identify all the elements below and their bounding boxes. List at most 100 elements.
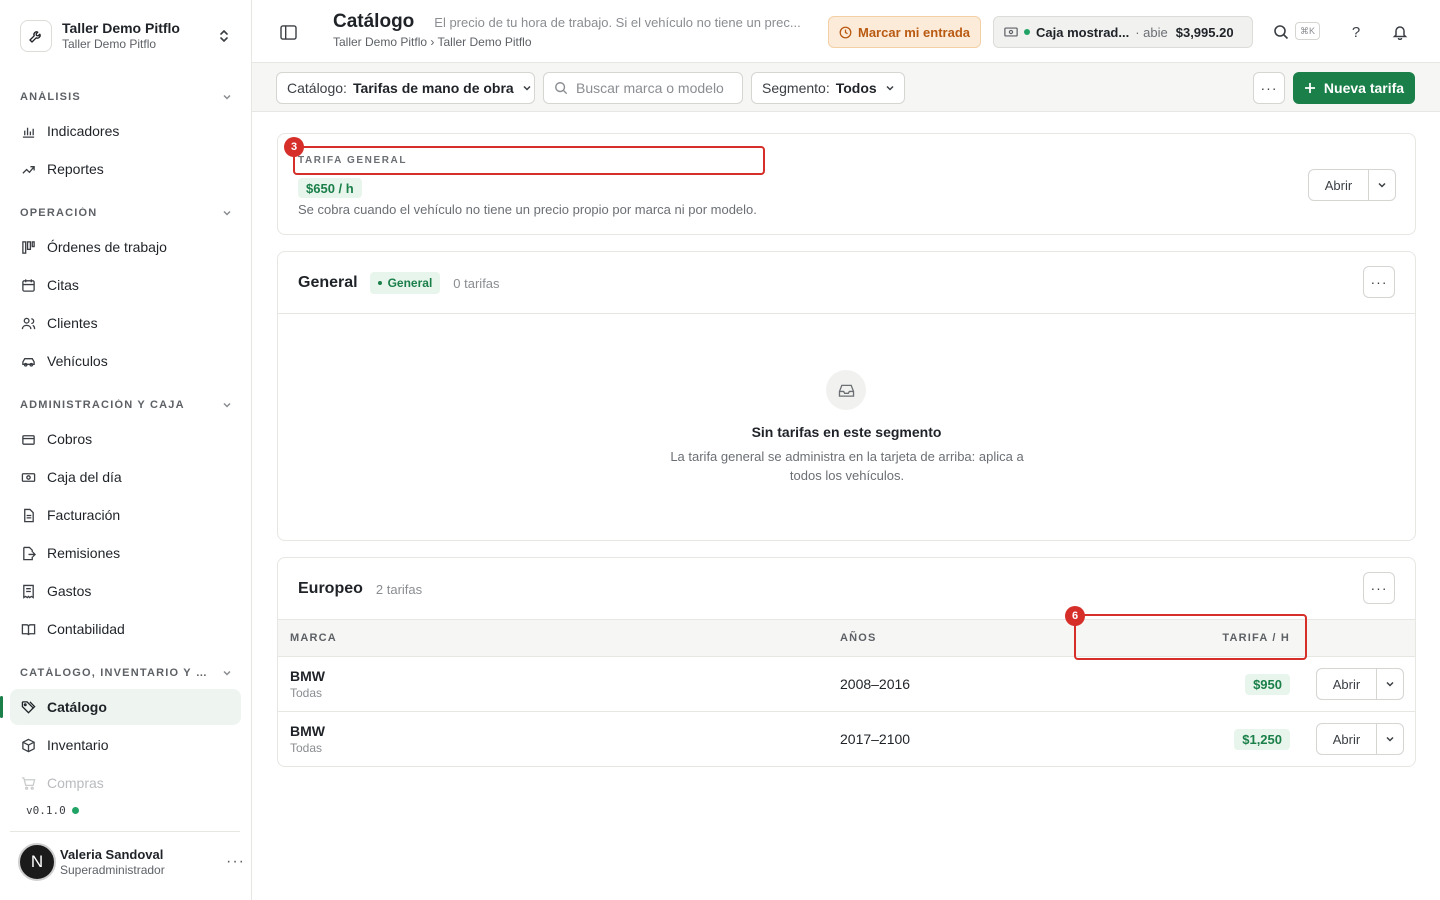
- row-model: Todas: [290, 741, 323, 755]
- search-icon: [555, 82, 568, 95]
- sidebar-item-reportes[interactable]: Reportes: [10, 151, 241, 187]
- chevron-down-icon: [223, 210, 231, 216]
- more-options-button[interactable]: ···: [1253, 72, 1285, 104]
- file-text-icon: [20, 507, 36, 523]
- sidebar-item-indicadores[interactable]: Indicadores: [10, 113, 241, 149]
- sidebar-item-caja[interactable]: Caja del día: [10, 459, 241, 495]
- avatar: N: [18, 843, 56, 881]
- sidebar-item-remisiones[interactable]: Remisiones: [10, 535, 241, 571]
- breadcrumb: Taller Demo Pitflo › Taller Demo Pitflo: [333, 35, 532, 49]
- top-header: Catálogo El precio de tu hora de trabajo…: [252, 0, 1440, 63]
- caja-name: Caja mostrad...: [1036, 24, 1130, 40]
- segment-europeo-header: Europeo 2 tarifas: [278, 558, 1415, 620]
- segment-more-button[interactable]: ···: [1363, 266, 1395, 298]
- general-rate-value: $650 / h: [298, 178, 362, 198]
- tags-icon: [20, 699, 36, 715]
- row-open-split: Abrir: [1316, 723, 1404, 755]
- receipt-icon: [20, 583, 36, 599]
- chevron-down-icon[interactable]: [1377, 724, 1403, 754]
- chevron-down-icon: [223, 402, 231, 408]
- chevron-down-icon: [885, 83, 895, 93]
- user-menu[interactable]: N Valeria Sandoval Superadministrador ··…: [18, 842, 244, 882]
- empty-description: La tarifa general se administra en la ta…: [670, 449, 1024, 483]
- row-brand: BMW: [290, 668, 325, 684]
- sidebar-item-vehiculos[interactable]: Vehículos: [10, 343, 241, 379]
- table-row[interactable]: BMW Todas 2008–2016 $950 Abrir: [278, 657, 1415, 712]
- sidebar-item-clientes[interactable]: Clientes: [10, 305, 241, 341]
- caja-chip[interactable]: Caja mostrad... · abie $3,995.20: [993, 16, 1253, 48]
- sidebar-toggle-icon[interactable]: [278, 22, 298, 42]
- sidebar-item-cobros[interactable]: Cobros: [10, 421, 241, 457]
- segment-select[interactable]: Segmento: Todos: [751, 72, 905, 104]
- user-role: Superadministrador: [60, 862, 165, 877]
- sidebar-item-gastos[interactable]: Gastos: [10, 573, 241, 609]
- user-name: Valeria Sandoval: [60, 846, 164, 862]
- section-administracion[interactable]: ADMINISTRACIÓN Y CAJA: [20, 395, 232, 415]
- nueva-tarifa-button[interactable]: Nueva tarifa: [1293, 72, 1415, 104]
- caja-amount: $3,995.20: [1175, 24, 1234, 40]
- caja-status-dot: [1024, 29, 1030, 35]
- page-title: Catálogo: [333, 11, 415, 32]
- calendar-icon: [20, 277, 36, 293]
- status-badge: General: [369, 272, 441, 294]
- caja-status: · abie: [1135, 24, 1168, 40]
- book-open-icon: [20, 621, 36, 637]
- sidebar-item-compras[interactable]: Compras: [10, 765, 241, 801]
- cart-icon: [20, 775, 36, 791]
- segment-count: 2 tarifas: [375, 581, 423, 597]
- car-icon: [20, 353, 36, 369]
- row-years: 2008–2016: [840, 676, 911, 692]
- column-anos[interactable]: AÑOS: [840, 632, 877, 644]
- wrench-icon: [20, 20, 52, 52]
- segment-count: 0 tarifas: [453, 275, 500, 291]
- toolbar: Catálogo: Tarifas de mano de obra Segmen…: [252, 63, 1440, 112]
- table-row[interactable]: BMW Todas 2017–2100 $1,250 Abrir: [278, 712, 1415, 766]
- chevron-down-icon[interactable]: [1377, 669, 1403, 699]
- catalog-select[interactable]: Catálogo: Tarifas de mano de obra: [276, 72, 535, 104]
- column-marca[interactable]: MARCA: [290, 632, 337, 644]
- general-rate-open-button[interactable]: Abrir: [1309, 170, 1369, 200]
- search-input[interactable]: [576, 80, 726, 96]
- annotation-box-6: [1074, 614, 1307, 660]
- help-icon[interactable]: ?: [1346, 22, 1366, 42]
- app-version: v0.1.0: [26, 804, 79, 817]
- segment-more-button[interactable]: ···: [1363, 572, 1395, 604]
- divider: [278, 313, 1415, 314]
- plus-icon: [1304, 83, 1315, 93]
- annotation-box-3: [293, 146, 765, 175]
- row-open-button[interactable]: Abrir: [1317, 669, 1377, 699]
- segment-general-card: General General 0 tarifas ··· Sin tarifa…: [277, 251, 1416, 541]
- marcar-entrada-button[interactable]: Marcar mi entrada: [828, 16, 981, 48]
- page-description: El precio de tu hora de trabajo. Si el v…: [434, 15, 801, 30]
- section-catalogo[interactable]: CATÁLOGO, INVENTARIO Y CO...: [20, 663, 232, 683]
- row-open-button[interactable]: Abrir: [1317, 724, 1377, 754]
- org-switcher[interactable]: Taller Demo Pitflo Taller Demo Pitflo: [10, 10, 242, 62]
- sidebar-divider: [10, 831, 240, 832]
- row-open-split: Abrir: [1316, 668, 1404, 700]
- chevron-down-icon: [522, 83, 532, 93]
- trending-up-icon: [20, 161, 36, 177]
- search-icon[interactable]: [1271, 22, 1291, 42]
- section-operacion[interactable]: OPERACIÓN: [20, 203, 232, 223]
- segment-europeo-card: Europeo 2 tarifas ··· MARCA AÑOS TARIFA …: [277, 557, 1416, 767]
- org-name: Taller Demo Pitflo: [62, 20, 180, 36]
- org-sub: Taller Demo Pitflo: [62, 37, 157, 51]
- bell-icon[interactable]: [1390, 22, 1410, 42]
- empty-title: Sin tarifas en este segmento: [751, 424, 942, 440]
- row-rate: $950: [1245, 674, 1290, 695]
- row-model: Todas: [290, 686, 323, 700]
- sidebar-item-facturacion[interactable]: Facturación: [10, 497, 241, 533]
- sidebar-item-ordenes[interactable]: Órdenes de trabajo: [10, 229, 241, 265]
- chevron-down-icon[interactable]: [1369, 170, 1395, 200]
- row-brand: BMW: [290, 723, 325, 739]
- bar-chart-icon: [20, 123, 36, 139]
- section-analisis[interactable]: ANÁLISIS: [20, 87, 232, 107]
- sidebar-item-contabilidad[interactable]: Contabilidad: [10, 611, 241, 647]
- sidebar-item-catalogo[interactable]: Catálogo: [0, 689, 241, 725]
- sidebar-item-inventario[interactable]: Inventario: [10, 727, 241, 763]
- banknote-icon: [1004, 27, 1018, 37]
- sidebar-item-citas[interactable]: Citas: [10, 267, 241, 303]
- search-field[interactable]: [543, 72, 743, 104]
- chevron-up-down-icon: [216, 28, 232, 44]
- more-horizontal-icon[interactable]: ···: [226, 853, 244, 871]
